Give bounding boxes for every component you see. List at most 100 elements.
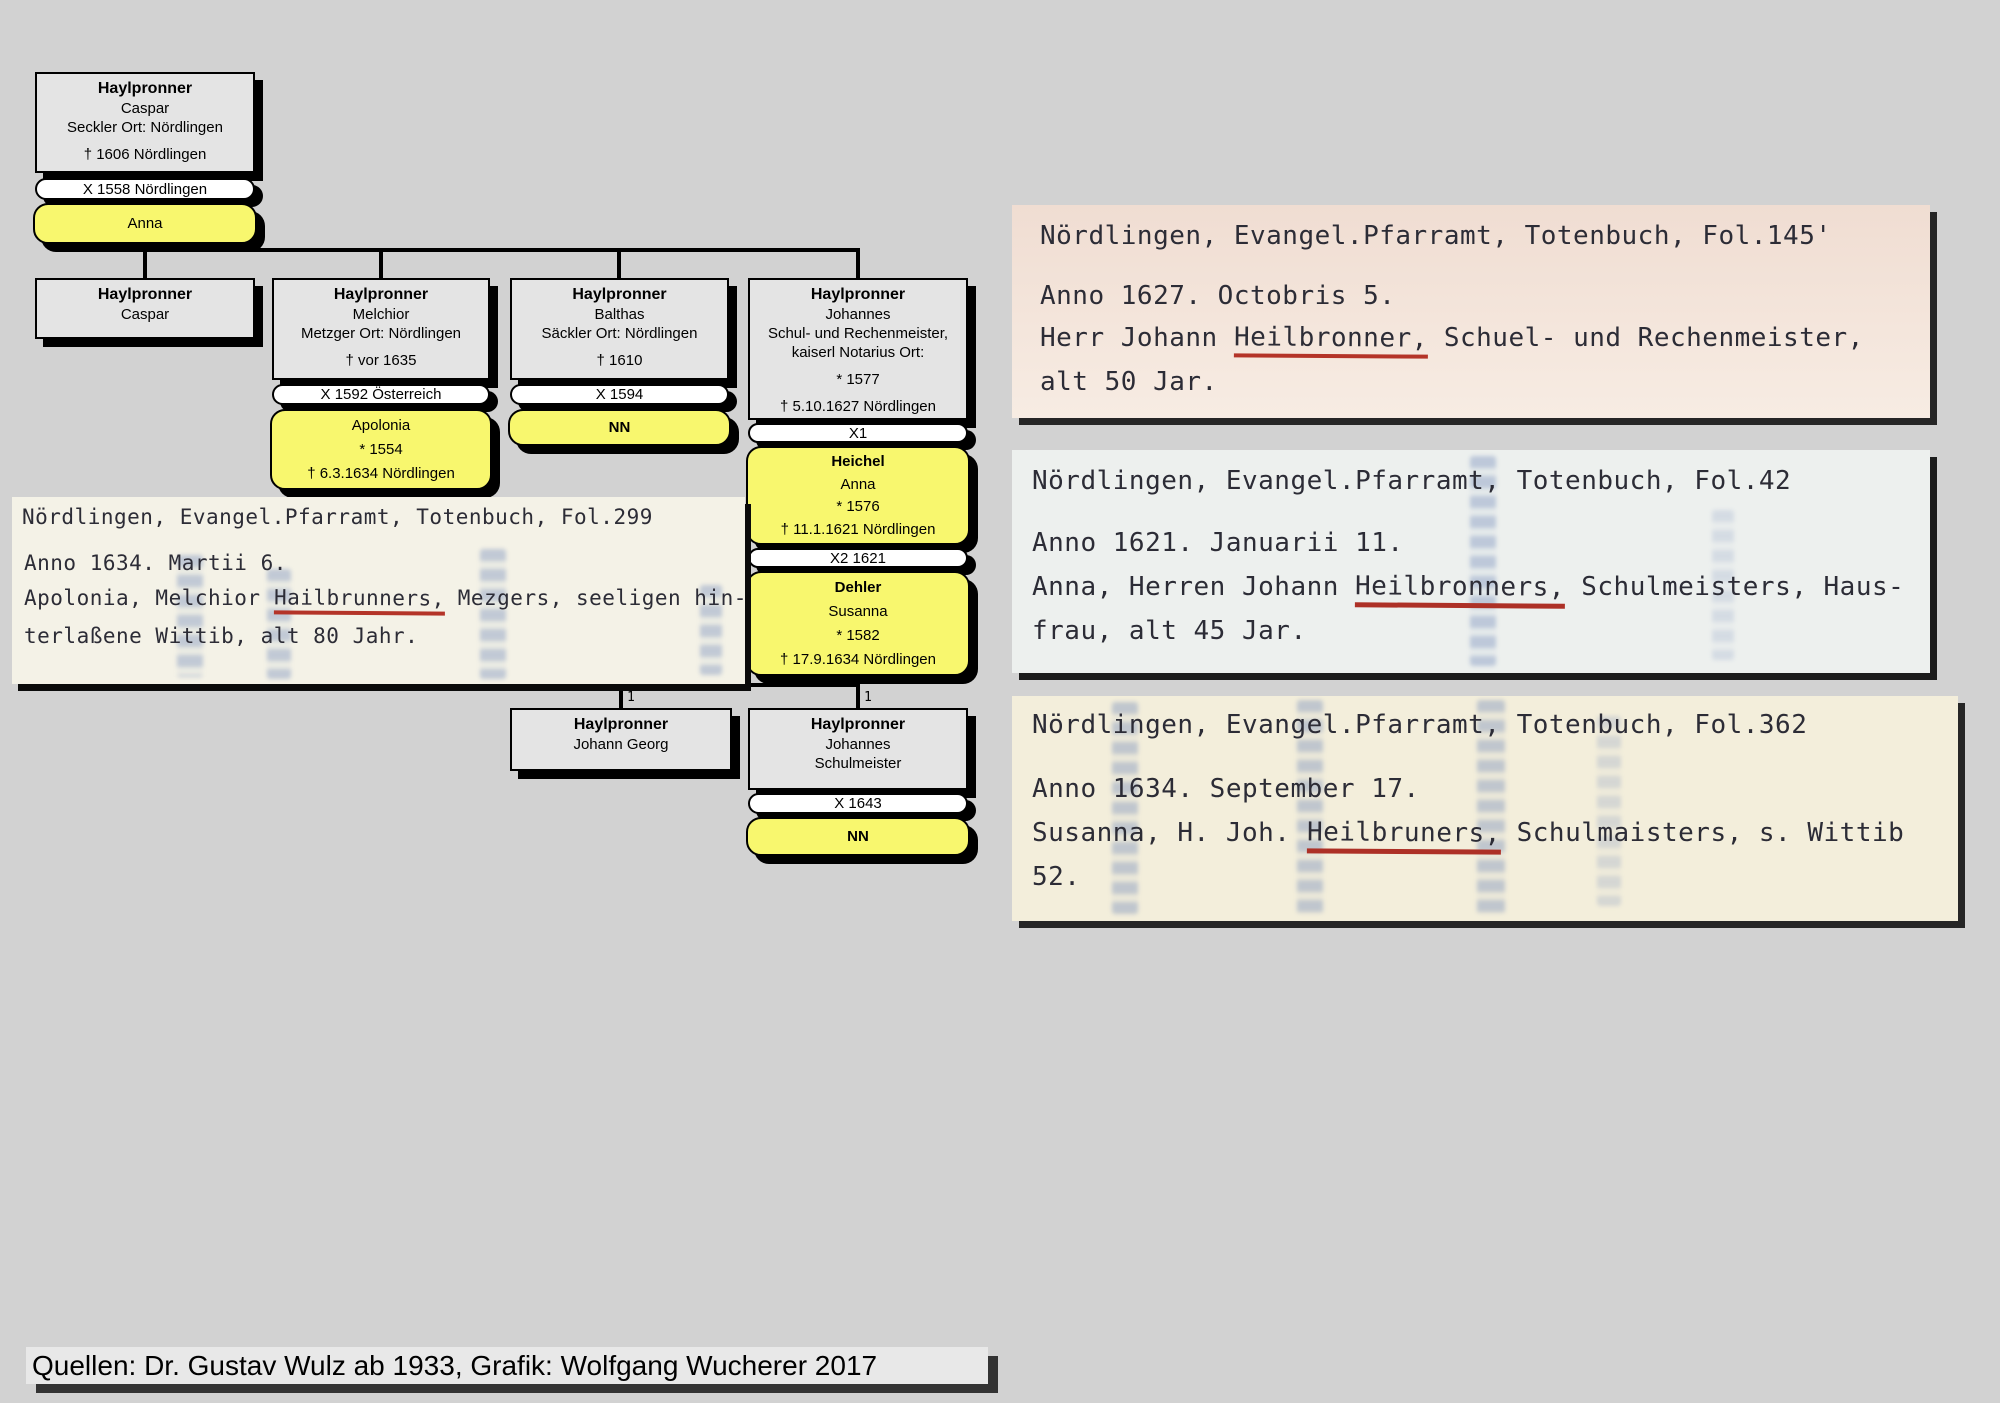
document-line: terlaßene Wittib, alt 80 Jahr. xyxy=(24,624,418,648)
document-totenbuch-fol145: Nördlingen, Evangel.Pfarramt, Totenbuch,… xyxy=(1012,205,1930,418)
person-given-name: Johannes xyxy=(750,305,966,324)
spouse-given-name: Anna xyxy=(748,475,968,494)
spouse-given-name: Apolonia xyxy=(272,416,490,435)
person-occupation: Metzger Ort: Nördlingen xyxy=(274,324,488,343)
marriage-band-melchior: X 1592 Österreich xyxy=(272,384,490,405)
document-text: Schuel- und Rechenmeister, xyxy=(1428,323,1864,353)
marriage-band-johannes-2: X2 1621 xyxy=(748,548,968,568)
spouse-box-apolonia: Apolonia * 1554 † 6.3.1634 Nördlingen xyxy=(270,409,492,490)
spouse-box-nn-balthas: NN xyxy=(508,409,731,446)
document-line: Anno 1634. September 17. xyxy=(1032,774,1420,804)
person-occupation: Schul- und Rechenmeister, xyxy=(750,324,966,343)
document-totenbuch-fol42: Nördlingen, Evangel.Pfarramt, Totenbuch,… xyxy=(1012,450,1930,673)
person-occupation: kaiserl Notarius Ort: xyxy=(750,343,966,362)
document-header: Nördlingen, Evangel.Pfarramt, Totenbuch,… xyxy=(1032,466,1791,496)
person-given-name: Johannes xyxy=(750,735,966,754)
document-line: frau, alt 45 Jar. xyxy=(1032,616,1307,646)
spouse-birth: * 1582 xyxy=(748,626,968,645)
person-death: † 1610 xyxy=(512,351,727,370)
document-text: Apolonia, Melchior xyxy=(24,586,274,610)
person-occupation: Schulmeister xyxy=(750,754,966,773)
person-surname: Haylpronner xyxy=(37,284,253,305)
connector-line xyxy=(379,252,383,278)
spouse-given-name: NN xyxy=(748,827,968,846)
person-surname: Haylpronner xyxy=(512,714,730,735)
marriage-band-balthas: X 1594 xyxy=(510,384,729,405)
person-surname: Haylpronner xyxy=(274,284,488,305)
person-surname: Haylpronner xyxy=(512,284,727,305)
document-totenbuch-fol362: Nördlingen, Evangel.Pfarramt, Totenbuch,… xyxy=(1012,696,1958,921)
spouse-birth: * 1576 xyxy=(748,497,968,516)
person-death: † 1606 Nördlingen xyxy=(37,145,253,164)
document-totenbuch-fol299: Nördlingen, Evangel.Pfarramt, Totenbuch,… xyxy=(12,497,745,684)
spouse-birth: * 1554 xyxy=(272,440,490,459)
person-surname: Haylpronner xyxy=(750,284,966,305)
person-given-name: Caspar xyxy=(37,305,253,324)
document-text: Schulmaisters, s. Wittib xyxy=(1500,818,1904,848)
person-given-name: Johann Georg xyxy=(512,735,730,754)
person-box-johannes: Haylpronner Johannes Schul- und Rechenme… xyxy=(748,278,968,420)
connector-bus-children xyxy=(143,248,860,252)
spouse-box-anna-root: Anna xyxy=(33,203,257,244)
marriage-band-johannes-1: X1 xyxy=(748,423,968,443)
connector-line xyxy=(856,252,860,278)
caption-sources: Quellen: Dr. Gustav Wulz ab 1933, Grafik… xyxy=(26,1347,988,1384)
spouse-death: † 17.9.1634 Nördlingen xyxy=(748,650,968,669)
document-line: Anno 1621. Januarii 11. xyxy=(1032,528,1404,558)
person-surname: Haylpronner xyxy=(37,78,253,99)
document-line: Apolonia, Melchior Hailbrunners, Mezgers… xyxy=(24,586,745,615)
person-given-name: Caspar xyxy=(37,99,253,118)
spouse-surname: Dehler xyxy=(748,578,968,597)
person-box-caspar-sr: Haylpronner Caspar Seckler Ort: Nördling… xyxy=(35,72,255,173)
document-line: Anno 1634. Martii 6. xyxy=(24,551,287,575)
genealogy-chart: 1 1 Haylpronner Caspar Seckler Ort: Nörd… xyxy=(0,0,2000,1403)
red-underlined-name: Heilbronners, xyxy=(1355,571,1565,608)
spouse-given-name: NN xyxy=(510,418,729,437)
marriage-band-root: X 1558 Nördlingen xyxy=(35,178,255,200)
connector-line xyxy=(143,252,147,278)
document-line: alt 50 Jar. xyxy=(1040,367,1218,397)
person-box-balthas: Haylpronner Balthas Säckler Ort: Nördlin… xyxy=(510,278,729,380)
connector-line xyxy=(619,687,623,708)
document-text: Herr Johann xyxy=(1040,323,1234,353)
document-text: Susanna, H. Joh. xyxy=(1032,818,1307,848)
spouse-death: † 11.1.1621 Nördlingen xyxy=(748,520,968,539)
document-text: Anna, Herren Johann xyxy=(1032,572,1355,602)
document-header: Nördlingen, Evangel.Pfarramt, Totenbuch,… xyxy=(22,505,653,529)
spouse-box-heichel-anna: Heichel Anna * 1576 † 11.1.1621 Nördling… xyxy=(746,446,970,545)
person-box-johannes-schulmeister: Haylpronner Johannes Schulmeister xyxy=(748,708,968,790)
document-line: Herr Johann Heilbronner, Schuel- und Rec… xyxy=(1040,323,1864,358)
child-order-label: 1 xyxy=(864,691,872,704)
person-death: † vor 1635 xyxy=(274,351,488,370)
person-occupation: Seckler Ort: Nördlingen xyxy=(37,118,253,137)
red-underlined-name: Heilbronner, xyxy=(1234,322,1428,358)
document-line: Anna, Herren Johann Heilbronners, Schulm… xyxy=(1032,572,1904,608)
child-order-label: 1 xyxy=(627,691,635,704)
bleed-through-stain xyxy=(1597,716,1621,906)
person-box-johann-georg: Haylpronner Johann Georg xyxy=(510,708,732,771)
spouse-death: † 6.3.1634 Nördlingen xyxy=(272,464,490,483)
connector-line xyxy=(617,252,621,278)
connector-line xyxy=(856,687,860,708)
spouse-box-dehler-susanna: Dehler Susanna * 1582 † 17.9.1634 Nördli… xyxy=(746,571,970,676)
red-underlined-name: Heilbruners, xyxy=(1306,817,1500,854)
document-line: Susanna, H. Joh. Heilbruners, Schulmaist… xyxy=(1032,818,1904,854)
person-given-name: Balthas xyxy=(512,305,727,324)
person-occupation: Säckler Ort: Nördlingen xyxy=(512,324,727,343)
marriage-band-johannes-schulmeister: X 1643 xyxy=(748,793,968,814)
spouse-given-name: Anna xyxy=(35,214,255,233)
person-box-melchior: Haylpronner Melchior Metzger Ort: Nördli… xyxy=(272,278,490,380)
document-text: Mezgers, seeligen hin- xyxy=(445,586,745,610)
person-surname: Haylpronner xyxy=(750,714,966,735)
person-death: † 5.10.1627 Nördlingen xyxy=(750,397,966,416)
document-text: Schulmeisters, Haus- xyxy=(1565,572,1904,602)
document-line: Anno 1627. Octobris 5. xyxy=(1040,281,1395,311)
spouse-box-nn-schulmeister: NN xyxy=(746,817,970,856)
person-box-caspar-jr: Haylpronner Caspar xyxy=(35,278,255,339)
person-given-name: Melchior xyxy=(274,305,488,324)
spouse-given-name: Susanna xyxy=(748,602,968,621)
document-header: Nördlingen, Evangel.Pfarramt, Totenbuch,… xyxy=(1032,710,1807,740)
person-birth: * 1577 xyxy=(750,370,966,389)
document-header: Nördlingen, Evangel.Pfarramt, Totenbuch,… xyxy=(1040,221,1832,251)
spouse-surname: Heichel xyxy=(748,452,968,471)
